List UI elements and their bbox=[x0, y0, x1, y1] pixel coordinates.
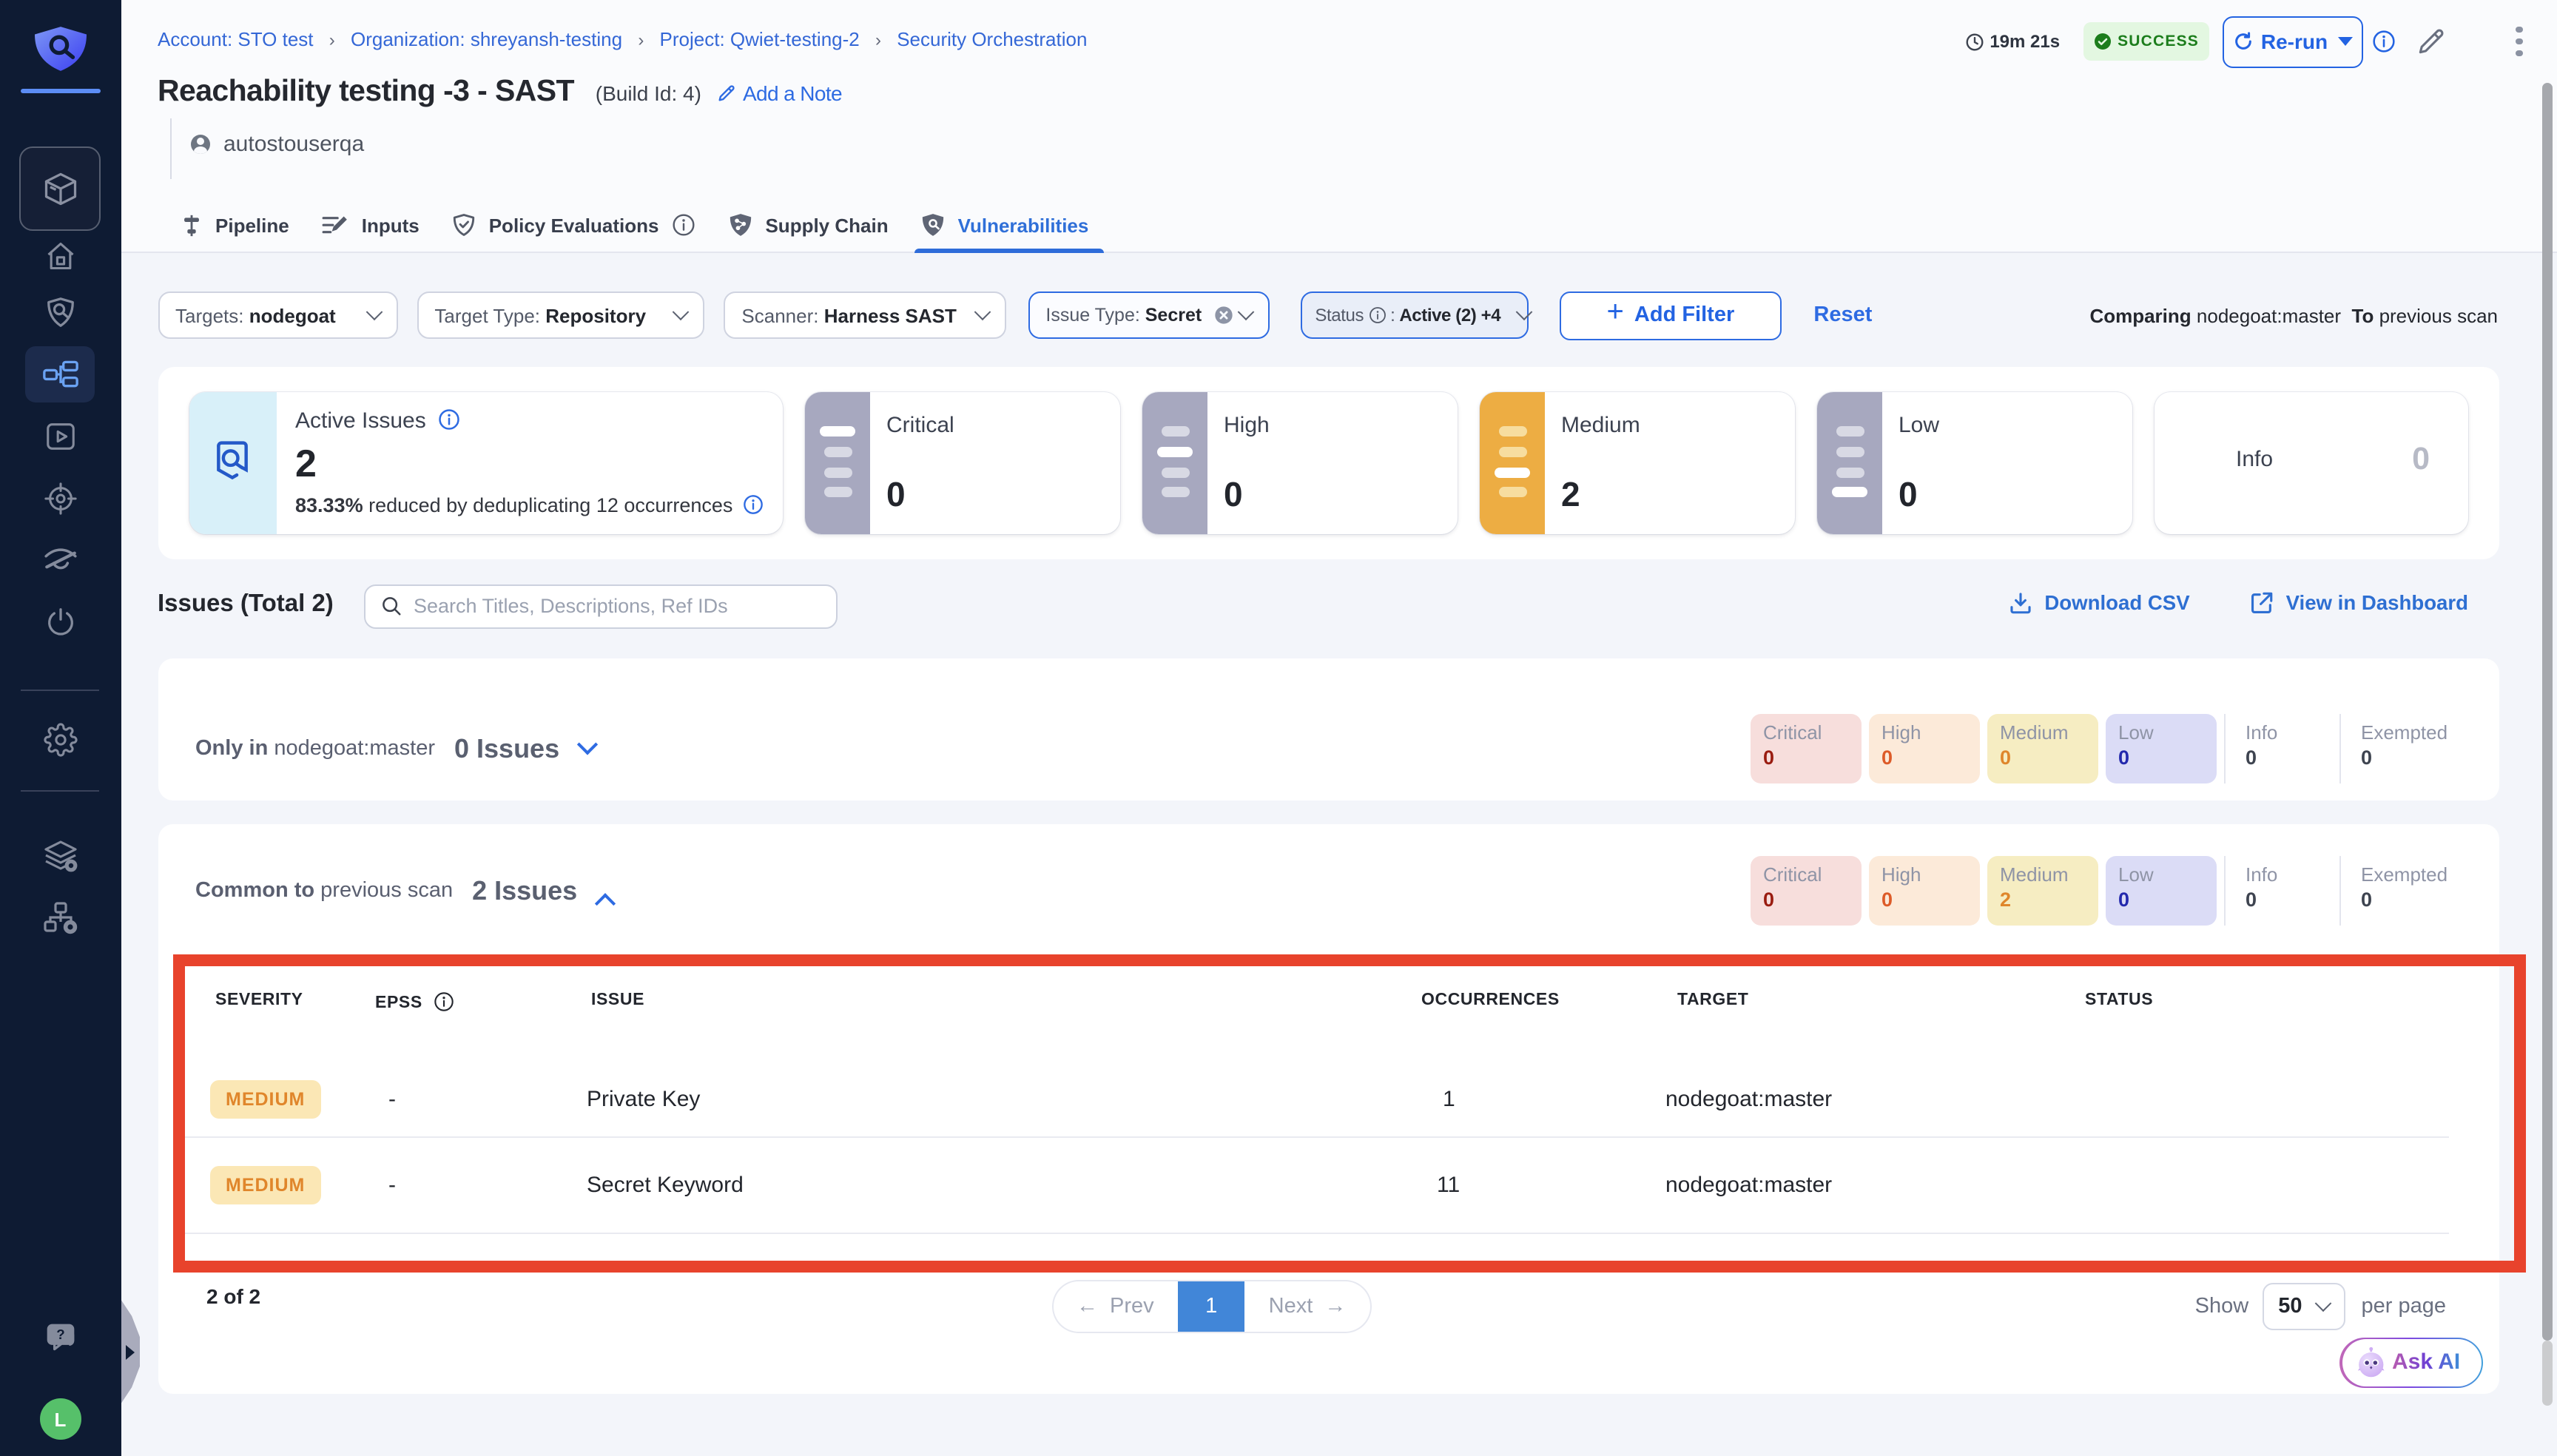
svg-text:?: ? bbox=[56, 1327, 64, 1342]
